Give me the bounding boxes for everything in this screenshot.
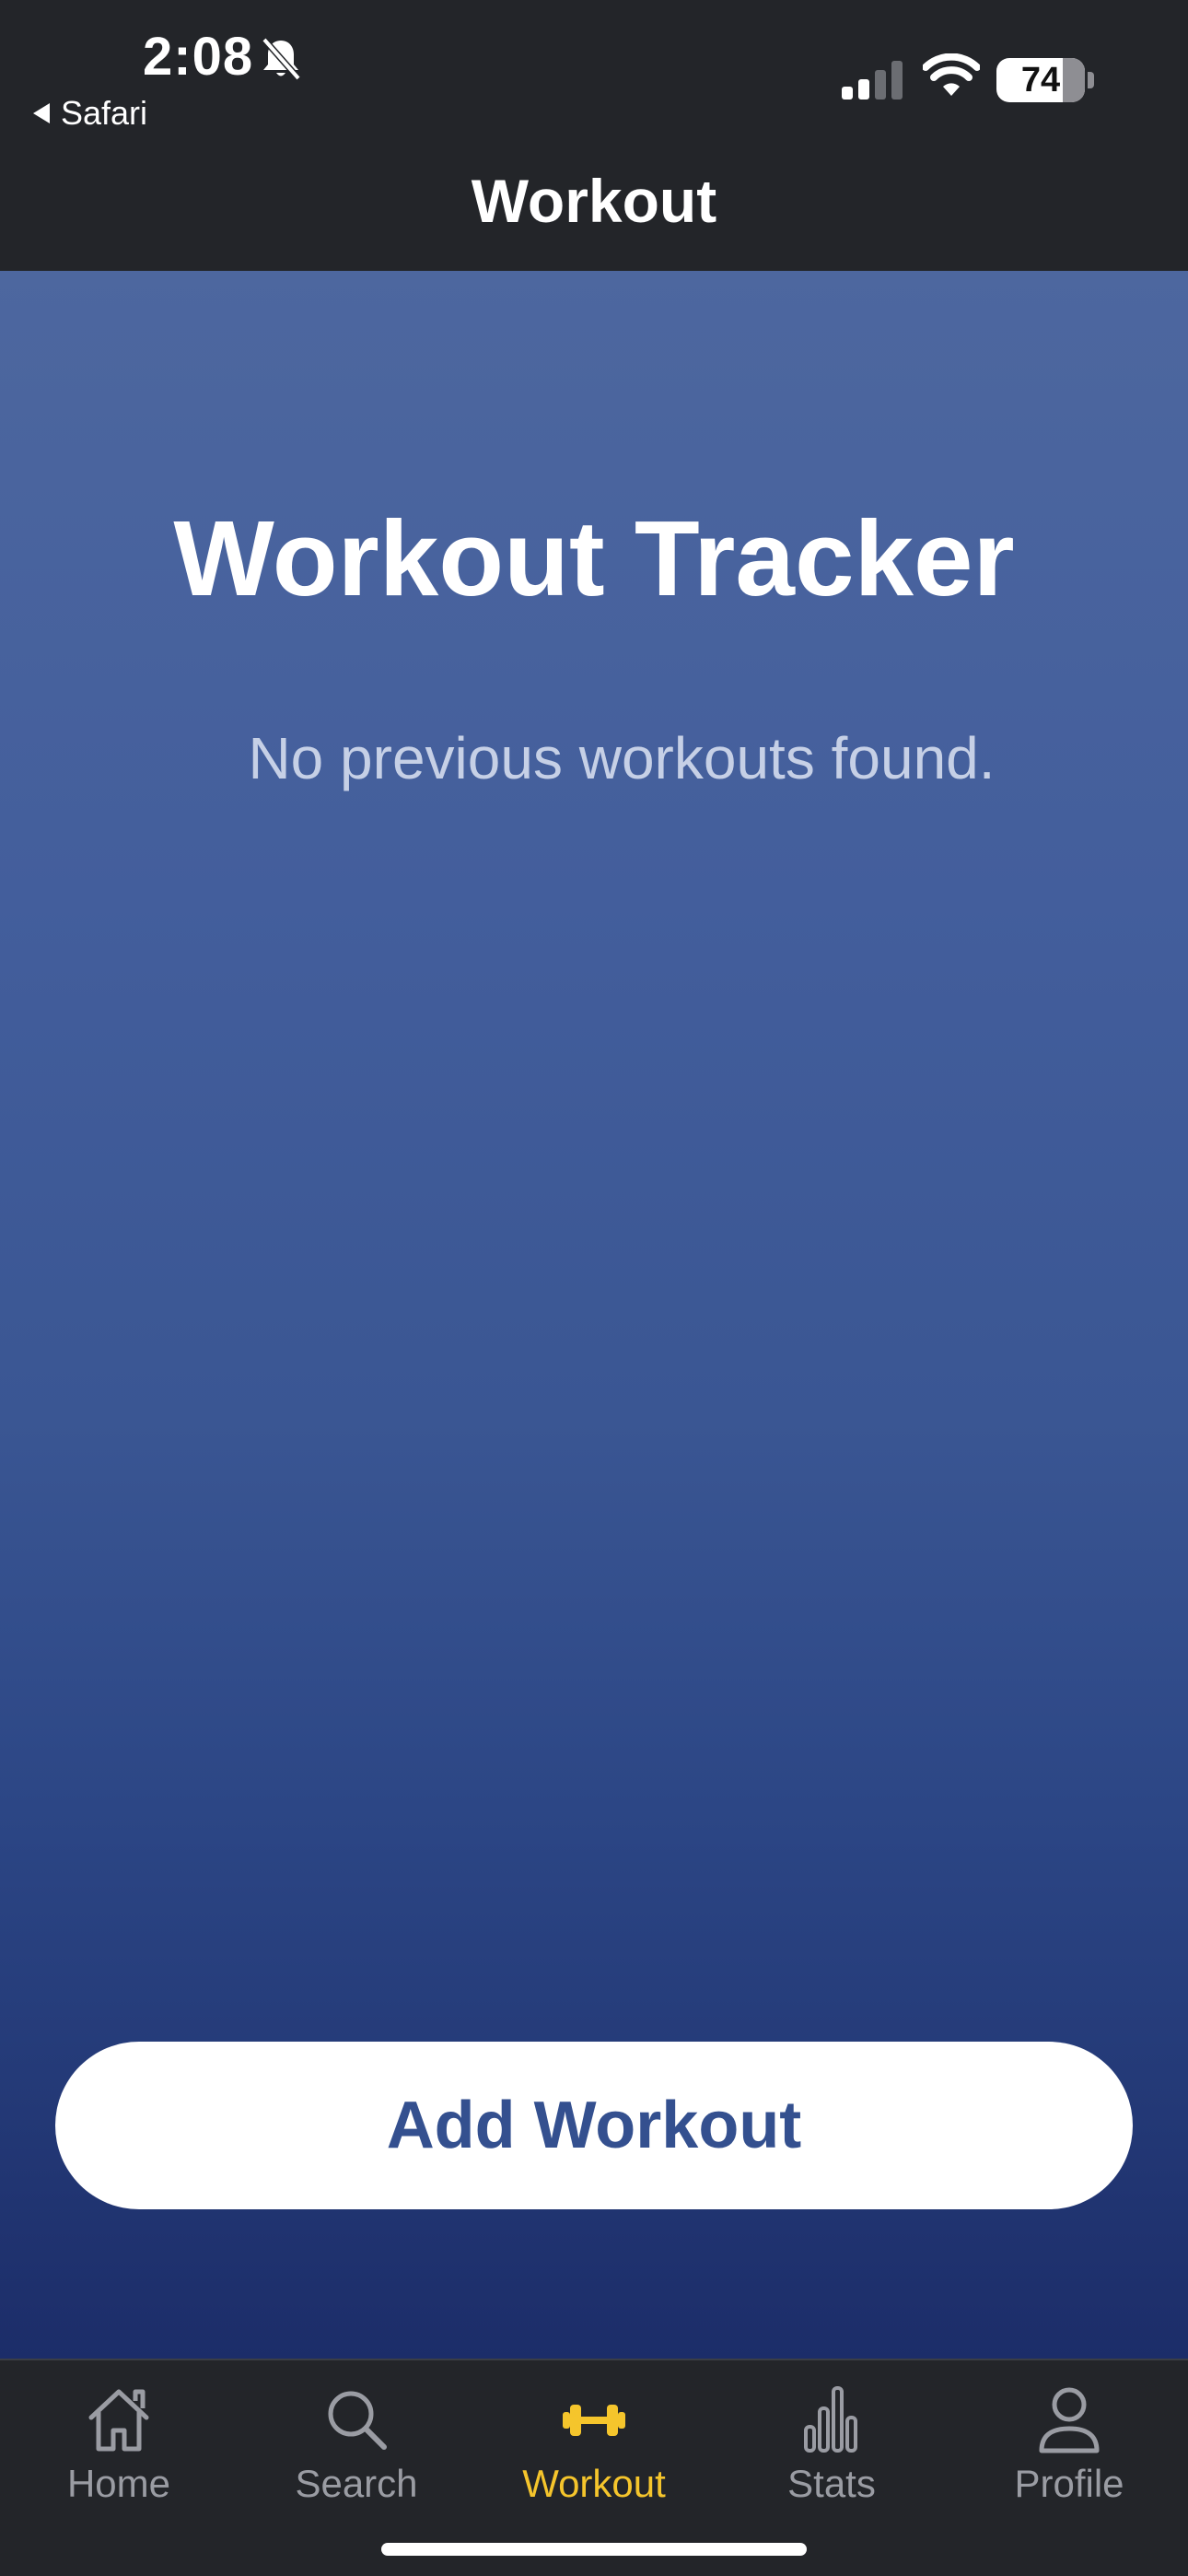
home-indicator[interactable] (381, 2543, 807, 2556)
bar-chart-icon (804, 2386, 857, 2453)
back-to-safari[interactable]: Safari (33, 94, 147, 133)
tab-label: Home (66, 2462, 171, 2505)
battery-level: 74 (1020, 61, 1061, 100)
tab-label: Profile (1014, 2462, 1124, 2505)
person-icon (1039, 2387, 1100, 2453)
battery-indicator: 74 (996, 58, 1085, 102)
add-workout-button[interactable]: Add Workout (55, 2042, 1133, 2209)
dumbbell-icon (563, 2405, 625, 2436)
tab-home[interactable]: Home (0, 2370, 238, 2517)
main-content: Workout Tracker No previous workouts fou… (0, 271, 1188, 2359)
empty-state-message: No previous workouts found. (248, 725, 996, 791)
back-triangle-icon (33, 103, 50, 123)
tab-profile[interactable]: Profile (950, 2370, 1188, 2517)
tab-workout[interactable]: Workout (475, 2370, 713, 2517)
page-title: Workout Tracker (173, 498, 1015, 618)
tab-stats[interactable]: Stats (713, 2370, 950, 2517)
tab-label: Stats (787, 2462, 876, 2505)
battery-nub (1088, 72, 1094, 88)
home-icon (88, 2389, 149, 2452)
tab-search[interactable]: Search (238, 2370, 475, 2517)
status-time: 2:08 (143, 27, 254, 87)
nav-title: Workout (471, 167, 717, 235)
bell-muted-icon (262, 37, 301, 81)
cell-signal-icon (842, 61, 903, 100)
tab-label: Workout (522, 2462, 666, 2505)
tab-label: Search (295, 2462, 418, 2505)
back-app-label: Safari (61, 94, 148, 132)
status-bar: 2:08 Safari 74 (0, 0, 1188, 147)
search-icon (328, 2391, 387, 2450)
wifi-icon (923, 53, 980, 96)
